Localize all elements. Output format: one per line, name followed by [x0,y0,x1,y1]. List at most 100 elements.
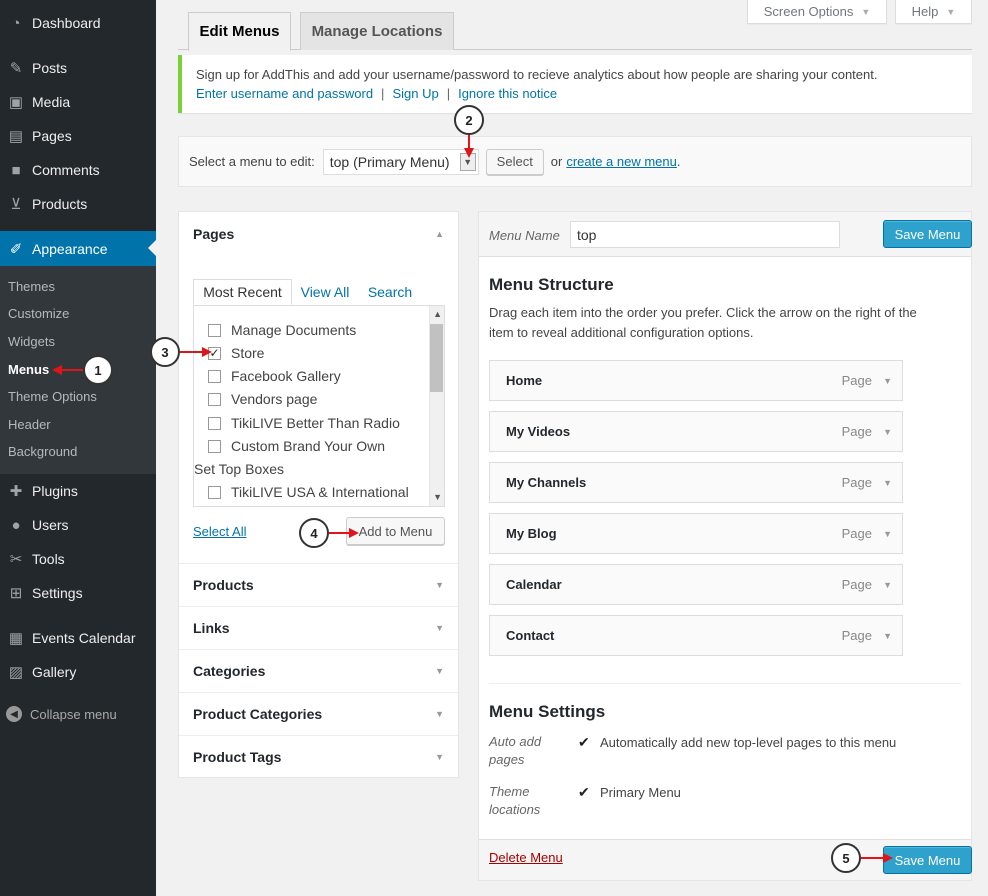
menu-edit-footer: Delete Menu Save Menu [479,839,972,880]
checkbox[interactable] [208,439,221,453]
scrollbar-thumb[interactable] [430,324,443,392]
pages-icon: ▤ [8,128,24,145]
menu-item-calendar[interactable]: Calendar Page ▼ [489,564,903,605]
nav-tools[interactable]: ✂ Tools [0,542,156,576]
list-item[interactable]: Facebook Gallery [208,368,341,384]
list-item[interactable]: TikiLIVE Better Than Radio [208,415,400,431]
nav-appearance[interactable]: ✐ Appearance [0,231,156,266]
accordion-product-tags-header[interactable]: Product Tags ▼ [179,735,458,778]
nav-events-calendar[interactable]: ▦ Events Calendar [0,621,156,655]
caret-down-icon[interactable]: ▼ [883,529,892,539]
sign-up-link[interactable]: Sign Up [392,86,438,101]
scroll-up-icon[interactable]: ▲ [433,309,442,319]
page-label: Facebook Gallery [231,368,341,384]
checkbox[interactable] [208,369,221,383]
tab-search[interactable]: Search [361,279,419,305]
menu-item-title: My Channels [506,475,587,490]
caret-down-icon: ▼ [435,623,444,633]
checkbox[interactable] [208,485,221,499]
callout-1: 1 [83,355,113,385]
caret-down-icon[interactable]: ▼ [883,631,892,641]
menu-item-my-channels[interactable]: My Channels Page ▼ [489,462,903,503]
wrench-icon: ✂ [9,551,23,568]
checkbox[interactable] [208,323,221,337]
list-item[interactable]: Vendors page [208,391,317,407]
scroll-down-icon[interactable]: ▼ [433,492,442,502]
tab-most-recent[interactable]: Most Recent [193,279,292,305]
select-menu-label: Select a menu to edit: [189,154,315,169]
caret-down-icon[interactable]: ▼ [883,580,892,590]
checkmark-icon[interactable]: ✔ [578,784,590,801]
checkmark-icon[interactable]: ✔ [578,734,590,751]
list-item[interactable]: ✓ Store [208,345,264,361]
nav-posts[interactable]: ✎ Posts [0,51,156,85]
accordion-product-categories-header[interactable]: Product Categories ▼ [179,692,458,735]
auto-add-checkbox[interactable]: ✔ Automatically add new top-level pages … [578,734,896,751]
nav-settings[interactable]: ⊞ Settings [0,576,156,610]
nav-dashboard[interactable]: ◔ Dashboard [0,6,156,40]
accordion-pages-header[interactable]: Pages ▲ [179,212,458,255]
tab-manage-locations[interactable]: Manage Locations [300,12,454,50]
tab-view-all[interactable]: View All [293,279,357,305]
accordion-products-header[interactable]: Products ▼ [179,563,458,606]
select-all-link[interactable]: Select All [193,524,246,539]
submenu-themes[interactable]: Themes [8,279,55,294]
save-menu-button-top[interactable]: Save Menu [883,220,972,248]
caret-down-icon[interactable]: ▼ [883,376,892,386]
plugin-icon: ✚ [9,483,23,500]
menu-item-contact[interactable]: Contact Page ▼ [489,615,903,656]
tab-edit-menus[interactable]: Edit Menus [188,12,291,51]
nav-comments[interactable]: ■ Comments [0,153,156,187]
save-menu-button-bottom[interactable]: Save Menu [883,846,972,874]
menu-select-dropdown[interactable]: top (Primary Menu) ▼ [322,148,479,175]
submenu-header[interactable]: Header [8,417,51,432]
checkbox[interactable] [208,392,221,406]
caret-down-icon[interactable]: ▼ [883,478,892,488]
page-label: Manage Documents [231,322,357,338]
page-label: TikiLIVE USA & International [231,484,409,500]
caret-down-icon[interactable]: ▼ [883,427,892,437]
ignore-notice-link[interactable]: Ignore this notice [458,86,557,101]
comments-icon: ■ [11,161,21,179]
user-icon: ● [11,516,21,534]
enter-credentials-link[interactable]: Enter username and password [196,86,373,101]
caret-down-icon: ▼ [861,6,871,17]
create-menu-link[interactable]: create a new menu [566,154,677,169]
pages-checklist: Manage Documents ✓ Store Facebook Gallery… [193,305,445,507]
menu-item-my-blog[interactable]: My Blog Page ▼ [489,513,903,554]
nav-pages[interactable]: ▤ Pages [0,119,156,153]
delete-menu-link[interactable]: Delete Menu [489,850,563,865]
nav-plugins[interactable]: ✚ Plugins [0,474,156,508]
notice-text: Sign up for AddThis and add your usernam… [196,67,878,82]
callout-3: 3 [150,337,180,367]
primary-menu-checkbox[interactable]: ✔ Primary Menu [578,784,681,801]
menu-item-my-videos[interactable]: My Videos Page ▼ [489,411,903,452]
admin-sidebar: ◔ Dashboard ✎ Posts ▣ Media ▤ Pages ■ Co… [0,0,156,896]
menu-item-home[interactable]: Home Page ▼ [489,360,903,401]
list-item[interactable]: Manage Documents [208,322,356,338]
add-to-menu-button[interactable]: Add to Menu [346,517,445,545]
nav-products[interactable]: ⊻ Products [0,187,156,221]
help-toggle[interactable]: Help ▼ [895,0,972,24]
nav-media[interactable]: ▣ Media [0,85,156,119]
submenu-background[interactable]: Background [8,444,77,459]
checkbox[interactable] [208,416,221,430]
list-item[interactable]: Custom Brand Your Own [208,438,385,454]
accordion-categories-header[interactable]: Categories ▼ [179,649,458,692]
list-item[interactable]: TikiLIVE USA & International [208,484,409,500]
callout-arrowhead [349,528,359,538]
select-button[interactable]: Select [485,148,544,175]
submenu-menus[interactable]: Menus [8,362,49,377]
nav-users[interactable]: ● Users [0,508,156,542]
submenu-customize[interactable]: Customize [8,306,69,321]
screen-options-toggle[interactable]: Screen Options ▼ [747,0,887,24]
submenu-widgets[interactable]: Widgets [8,334,55,349]
accordion-title: Categories [193,663,266,679]
brush-icon: ✐ [9,240,23,258]
scrollbar[interactable]: ▲ ▼ [429,306,444,506]
menu-name-input[interactable] [570,221,840,248]
submenu-theme-options[interactable]: Theme Options [8,389,97,404]
accordion-links-header[interactable]: Links ▼ [179,606,458,649]
nav-gallery[interactable]: ▨ Gallery [0,655,156,689]
collapse-menu[interactable]: ◀ Collapse menu [6,706,117,722]
